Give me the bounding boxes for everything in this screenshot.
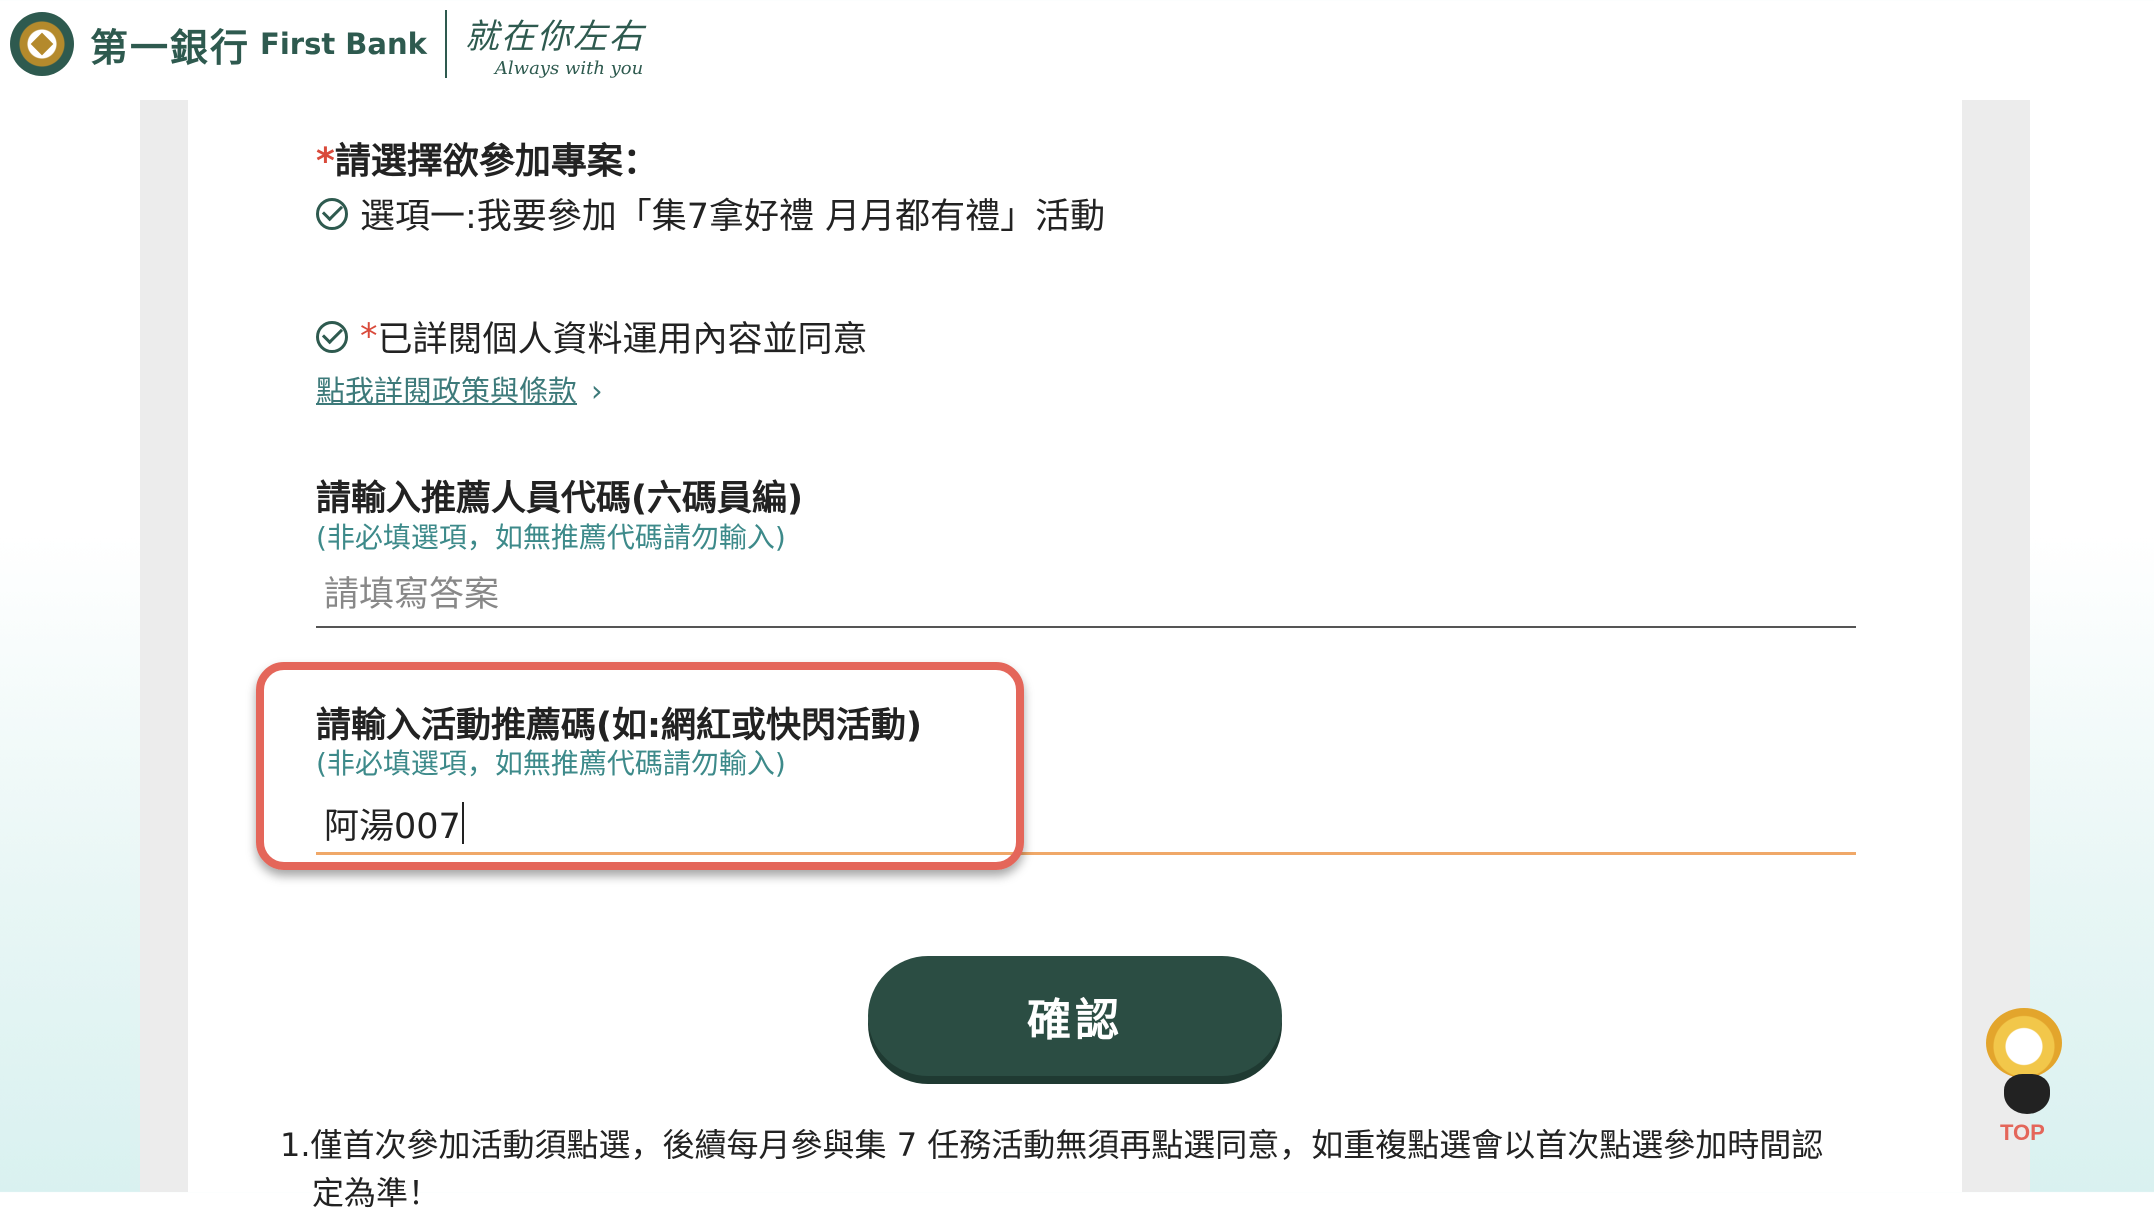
top-label[interactable]: TOP <box>2000 1120 2045 1146</box>
back-to-top-button[interactable]: TOP <box>1976 1008 2072 1148</box>
brand-name-cn: 第一銀行 <box>90 25 251 70</box>
slogan-en: Always with you <box>494 58 644 79</box>
project-option-label[interactable]: 選項一:我要參加「集7拿好禮 月月都有禮」活動 <box>360 188 1105 239</box>
first-bank-logo-icon <box>10 12 74 76</box>
note-item-1-continued: 定為準！ <box>312 1174 441 1212</box>
note-text: 僅首次參加活動須點選，後續每月參與集 7 任務活動無須再點選同意，如重複點選會以… <box>310 1126 1824 1164</box>
check-circle-icon[interactable] <box>316 197 348 230</box>
slogan-cn: 就在你左右 <box>464 17 645 57</box>
annotation-highlight-box <box>256 662 1024 870</box>
project-option-row[interactable]: 選項一:我要參加「集7拿好禮 月月都有禮」活動 <box>316 188 1105 239</box>
referrer-code-title: 請輸入推薦人員代碼(六碼員編) <box>316 479 803 519</box>
consent-label[interactable]: 已詳閱個人資料運用內容並同意 <box>378 311 868 362</box>
referrer-code-underline <box>316 626 1856 628</box>
note-number: 1. <box>280 1126 311 1164</box>
required-mark: * <box>360 316 378 357</box>
note-item-1: 1.僅首次參加活動須點選，後續每月參與集 7 任務活動無須再點選同意，如重複點選… <box>280 1120 1823 1166</box>
brand-divider <box>444 10 447 78</box>
referrer-code-input[interactable] <box>316 568 1856 622</box>
header-logo[interactable]: 第一銀行 First Bank 就在你左右 Always with you <box>10 8 645 80</box>
confirm-button[interactable]: 確認 <box>868 956 1282 1076</box>
policy-link[interactable]: 點我詳閱政策與條款 › <box>316 368 603 410</box>
consent-row[interactable]: * 已詳閱個人資料運用內容並同意 <box>316 311 868 362</box>
brand-name-en: First Bank <box>260 27 427 61</box>
lion-mascot-icon <box>1986 1008 2062 1078</box>
referrer-code-hint: (非必填選項，如無推薦代碼請勿輸入) <box>316 521 786 554</box>
lion-mascot-body <box>2004 1074 2050 1114</box>
chevron-right-icon: › <box>591 374 603 408</box>
project-question-title: *請選擇欲參加專案： <box>316 141 659 182</box>
check-circle-icon[interactable] <box>316 320 348 353</box>
required-mark: * <box>316 141 335 182</box>
slogan: 就在你左右 Always with you <box>465 9 645 79</box>
page-side-band-left <box>140 100 188 1192</box>
